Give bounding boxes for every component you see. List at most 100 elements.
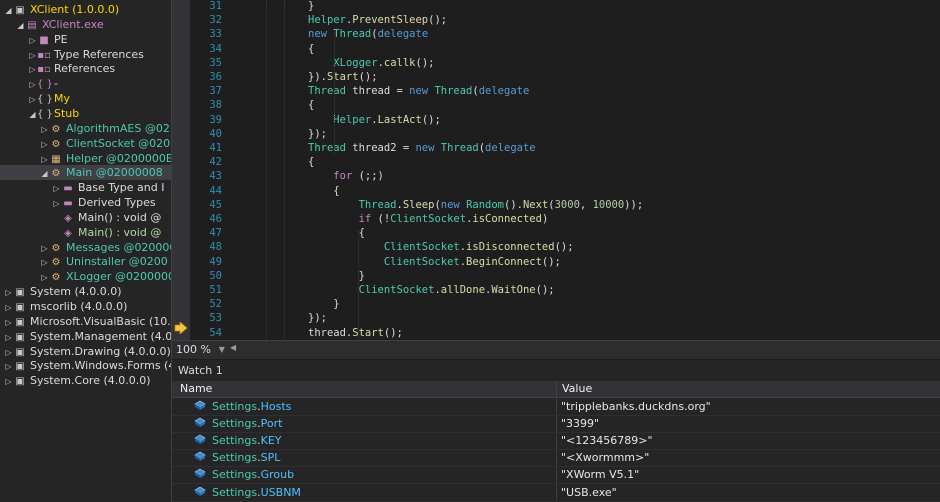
tree-item-label: - xyxy=(54,77,58,91)
value-column-header[interactable]: Value xyxy=(562,381,592,397)
collapsed-arrow-icon[interactable]: ▷ xyxy=(28,48,37,63)
collapsed-arrow-icon[interactable]: ▷ xyxy=(4,330,13,345)
expanded-arrow-icon[interactable]: ◢ xyxy=(40,166,49,181)
code-line[interactable]: Thread.Sleep(new Random().Next(3000, 100… xyxy=(308,198,644,211)
code-line[interactable]: Helper.LastAct(); xyxy=(308,114,441,126)
tree-item[interactable]: ▷ ⚙ Messages @020000 xyxy=(40,240,171,256)
watch-value[interactable]: "3399" xyxy=(561,415,599,432)
tree-item[interactable]: ◈ Main() : void @ xyxy=(52,225,161,240)
code-line[interactable]: } xyxy=(308,270,365,282)
collapsed-arrow-icon[interactable]: ▷ xyxy=(52,196,61,211)
tree-item[interactable]: ▷ ■ PE xyxy=(28,32,67,48)
code-line[interactable]: { xyxy=(308,99,314,111)
code-line[interactable]: } xyxy=(308,298,339,310)
collapsed-arrow-icon[interactable]: ▷ xyxy=(4,300,13,315)
code-line[interactable]: } xyxy=(308,0,314,12)
tree-item[interactable]: ▷ ⚙ Uninstaller @0200 xyxy=(40,254,167,270)
collapsed-arrow-icon[interactable]: ▷ xyxy=(4,285,13,300)
tree-item-label: System.Windows.Forms (4.0 xyxy=(30,359,172,373)
tree-item[interactable]: ▷ ▣ System.Windows.Forms (4.0 xyxy=(4,358,172,374)
collapsed-arrow-icon[interactable]: ▷ xyxy=(28,33,37,48)
tree-node-icon: ◈ xyxy=(64,227,72,239)
code-line[interactable]: if (!ClientSocket.isConnected) xyxy=(308,213,549,225)
tree-item[interactable]: ▷ ⚙ XLogger @0200000 xyxy=(40,269,171,285)
collapsed-arrow-icon[interactable]: ▷ xyxy=(28,62,37,77)
tree-node-icon: ⚙ xyxy=(51,242,61,254)
tree-item[interactable]: ▷ ⚙ AlgorithmAES @02 xyxy=(40,121,169,137)
code-line[interactable]: XLogger.callk(); xyxy=(308,57,434,69)
tree-item[interactable]: ▷ ▦ Helper @0200000E xyxy=(40,151,171,167)
collapsed-arrow-icon[interactable]: ▷ xyxy=(28,77,37,92)
watch-value[interactable]: "USB.exe" xyxy=(561,484,617,501)
collapsed-arrow-icon[interactable]: ▷ xyxy=(40,270,49,285)
collapsed-arrow-icon[interactable]: ▷ xyxy=(4,315,13,330)
name-column-header[interactable]: Name xyxy=(180,381,212,397)
tree-item[interactable]: ▷ ⚙ ClientSocket @020 xyxy=(40,136,170,151)
code-line[interactable]: { xyxy=(308,227,365,239)
code-line[interactable]: ClientSocket.allDone.WaitOne(); xyxy=(308,284,555,296)
watch-row[interactable]: Settings.Groub "XWorm V5.1" xyxy=(172,466,940,485)
code-line[interactable]: { xyxy=(308,156,314,168)
tree-item[interactable]: ▷ ▣ System.Drawing (4.0.0.0) xyxy=(4,344,170,360)
tree-item[interactable]: ◢ ▣ XClient (1.0.0.0) xyxy=(4,2,119,17)
tree-item[interactable]: ▷▣ System.Management (4.0.0.0) xyxy=(4,329,171,345)
line-number: 36 xyxy=(209,71,222,83)
tree-item[interactable]: ▷ ▣ mscorlib (4.0.0.0) xyxy=(4,299,127,314)
collapsed-arrow-icon[interactable]: ▷ xyxy=(40,137,49,152)
watch-row[interactable]: Settings.Port "3399" xyxy=(172,415,940,434)
collapsed-arrow-icon[interactable]: ▷ xyxy=(4,345,13,360)
tree-item[interactable]: ▷{ }- xyxy=(28,76,58,91)
zoom-level-dropdown[interactable]: 100 % ▼ xyxy=(176,343,225,356)
code-token: Sleep xyxy=(402,198,435,211)
watch-row[interactable]: Settings.Hosts "tripplebanks.duckdns.org" xyxy=(172,398,940,416)
watch-value[interactable]: "<Xwormmm>" xyxy=(561,449,649,466)
collapsed-arrow-icon[interactable]: ▷ xyxy=(40,241,49,256)
tree-item[interactable]: ▷ ▣ System.Core (4.0.0.0) xyxy=(4,373,150,389)
code-line[interactable]: }).Start(); xyxy=(308,71,378,83)
expanded-arrow-icon[interactable]: ◢ xyxy=(28,107,37,122)
collapsed-arrow-icon[interactable]: ▷ xyxy=(4,359,13,374)
code-editor[interactable]: 31} 32 Helper.PreventSleep(); 33 new Thread(… xyxy=(172,0,940,340)
tree-item[interactable]: ◢ ▤ XClient.exe xyxy=(16,17,103,33)
tree-item[interactable]: ▷ ▬ Derived Types xyxy=(52,195,155,211)
watch-value[interactable]: "XWorm V5.1" xyxy=(561,466,639,483)
code-line[interactable]: ClientSocket.isDisconnected(); xyxy=(308,241,574,253)
code-line[interactable]: }); xyxy=(308,128,327,140)
watch-row[interactable]: Settings.KEY "<123456789>" xyxy=(172,432,940,451)
code-line[interactable]: { xyxy=(308,185,339,197)
collapsed-arrow-icon[interactable]: ▷ xyxy=(52,181,61,196)
code-line[interactable]: ClientSocket.BeginConnect(); xyxy=(308,256,561,268)
tree-item[interactable]: ◢ ⚙ Main @02000008 xyxy=(0,165,171,181)
code-line[interactable]: Thread thread2 = new Thread(delegate xyxy=(308,142,536,154)
breakpoint-gutter[interactable] xyxy=(172,0,190,340)
code-line[interactable]: }); xyxy=(308,312,327,324)
tree-item[interactable]: ◢{ }Stub xyxy=(28,106,79,121)
code-line[interactable]: new Thread(delegate xyxy=(308,28,428,40)
collapsed-arrow-icon[interactable]: ▷ xyxy=(40,152,49,167)
watch-value[interactable]: "tripplebanks.duckdns.org" xyxy=(561,398,711,415)
code-line[interactable]: for (;;) xyxy=(308,170,384,182)
tree-item[interactable]: ◈ Main() : void @ xyxy=(52,210,161,225)
scroll-left-icon[interactable]: ◀ xyxy=(230,343,236,352)
watch-value[interactable]: "<123456789>" xyxy=(561,432,653,449)
tree-item[interactable]: ▷ ▬ Base Type and I xyxy=(52,180,164,195)
tree-item[interactable]: ▷▣ Microsoft.VisualBasic (10.0.0.0 xyxy=(4,314,171,330)
watch-object: Settings xyxy=(212,434,258,448)
code-token: XLogger xyxy=(333,56,378,69)
code-line[interactable]: Thread thread = new Thread(delegate xyxy=(308,85,529,97)
expanded-arrow-icon[interactable]: ◢ xyxy=(16,18,25,33)
collapsed-arrow-icon[interactable]: ▷ xyxy=(40,255,49,270)
code-line[interactable]: { xyxy=(308,43,314,55)
tree-item[interactable]: ▷{ }My xyxy=(28,91,70,106)
watch-row[interactable]: Settings.USBNM "USB.exe" xyxy=(172,484,940,502)
collapsed-arrow-icon[interactable]: ▷ xyxy=(40,122,49,137)
tree-item[interactable]: ▷ ▪▫ Type References xyxy=(28,47,143,63)
collapsed-arrow-icon[interactable]: ▷ xyxy=(28,92,37,107)
collapsed-arrow-icon[interactable]: ▷ xyxy=(4,374,13,389)
code-line[interactable]: Helper.PreventSleep(); xyxy=(308,14,447,26)
watch-row[interactable]: Settings.SPL "<Xwormmm>" xyxy=(172,449,940,468)
tree-item[interactable]: ▷ ▪▫ References xyxy=(28,61,115,76)
code-line[interactable]: thread.Start(); xyxy=(308,327,403,339)
tree-item[interactable]: ▷ ▣ System (4.0.0.0) xyxy=(4,284,121,300)
expanded-arrow-icon[interactable]: ◢ xyxy=(4,3,13,18)
